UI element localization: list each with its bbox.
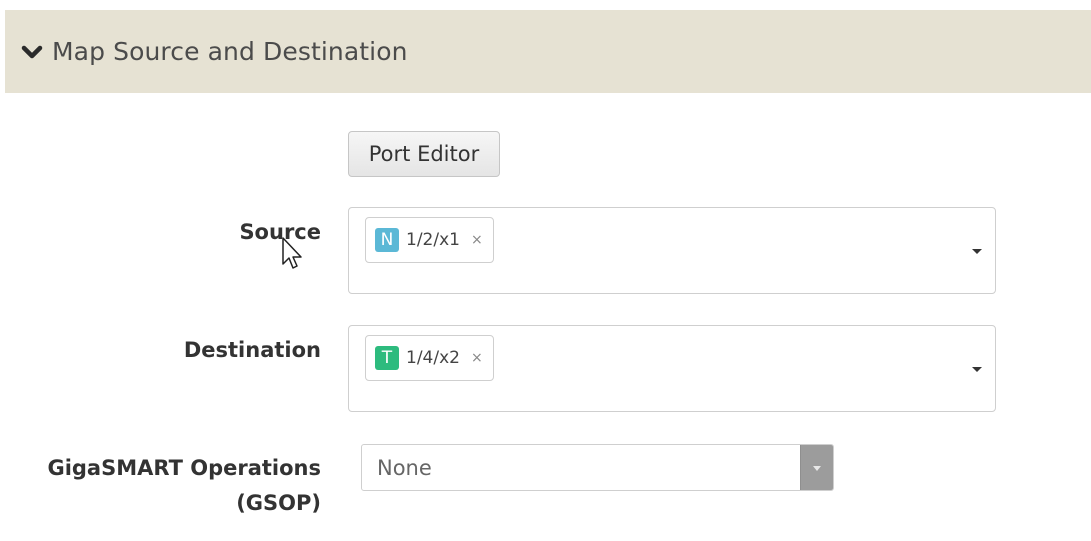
gsop-label-line2: (GSOP) [236, 491, 321, 515]
gsop-dropdown-button[interactable] [800, 445, 833, 490]
chevron-down-icon[interactable] [972, 366, 982, 372]
mouse-cursor-icon [282, 237, 302, 269]
destination-tag-value: 1/4/x2 [406, 348, 460, 368]
chevron-down-icon[interactable] [16, 36, 48, 68]
port-editor-button[interactable]: Port Editor [348, 131, 500, 177]
gsop-select-value: None [377, 455, 432, 480]
destination-select[interactable]: T 1/4/x2 × [348, 325, 996, 412]
gsop-select[interactable]: None [361, 444, 834, 491]
destination-tag-badge: T [375, 346, 399, 370]
destination-tag-remove-icon[interactable]: × [471, 350, 483, 366]
section-header-map-source-destination[interactable]: Map Source and Destination [5, 10, 1091, 93]
page: Map Source and Destination Port Editor S… [0, 0, 1091, 541]
source-tag-value: 1/2/x1 [406, 230, 460, 250]
source-tag[interactable]: N 1/2/x1 × [365, 217, 494, 263]
source-tag-badge: N [375, 228, 399, 252]
section-title: Map Source and Destination [52, 37, 408, 66]
destination-label: Destination [183, 338, 321, 362]
caret-down-icon [813, 465, 821, 471]
chevron-down-icon[interactable] [972, 248, 982, 254]
source-select[interactable]: N 1/2/x1 × [348, 207, 996, 294]
gsop-label-line1: GigaSMART Operations [47, 456, 321, 480]
source-tag-remove-icon[interactable]: × [471, 232, 483, 248]
destination-tag[interactable]: T 1/4/x2 × [365, 335, 494, 381]
